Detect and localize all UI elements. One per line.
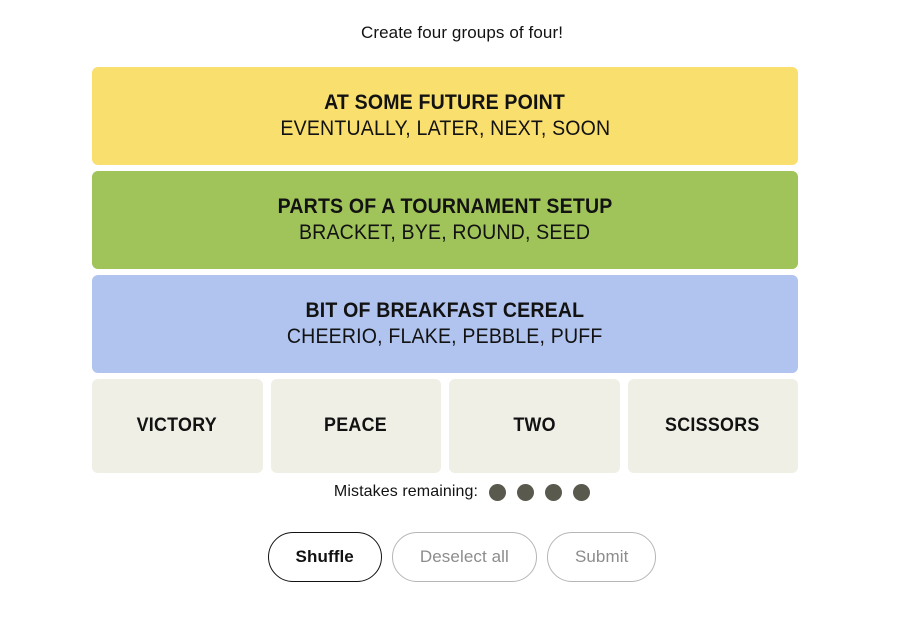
solved-group-words: BRACKET, BYE, ROUND, SEED: [299, 221, 591, 244]
mistakes-remaining: Mistakes remaining:: [0, 483, 924, 501]
mistake-dot: [573, 483, 591, 501]
solved-group-category: PARTS OF A TOURNAMENT SETUP: [277, 195, 613, 218]
word-tile[interactable]: SCISSORS: [627, 379, 798, 473]
mistake-dot: [545, 483, 563, 501]
mistake-dot: [489, 483, 507, 501]
page-title: Create four groups of four!: [360, 23, 564, 42]
mistake-dots: [489, 483, 591, 501]
solved-group-category: AT SOME FUTURE POINT: [324, 91, 566, 114]
solved-group-green: PARTS OF A TOURNAMENT SETUP BRACKET, BYE,…: [92, 171, 798, 269]
game-board: AT SOME FUTURE POINT EVENTUALLY, LATER, N…: [92, 67, 798, 473]
word-tile[interactable]: VICTORY: [92, 379, 263, 473]
action-buttons: Shuffle Deselect all Submit: [0, 532, 924, 582]
solved-group-words: CHEERIO, FLAKE, PEBBLE, PUFF: [287, 325, 603, 348]
word-tile[interactable]: TWO: [449, 379, 620, 473]
deselect-all-button: Deselect all: [391, 532, 537, 582]
shuffle-button[interactable]: Shuffle: [267, 532, 382, 582]
word-tile-label: PEACE: [324, 415, 388, 436]
word-tile-label: TWO: [512, 415, 556, 436]
submit-button: Submit: [546, 532, 657, 582]
solved-group-words: EVENTUALLY, LATER, NEXT, SOON: [280, 117, 610, 140]
connections-game-page: Create four groups of four! AT SOME FUTU…: [0, 0, 924, 643]
word-tile[interactable]: PEACE: [270, 379, 441, 473]
mistakes-remaining-label: Mistakes remaining:: [333, 483, 479, 500]
mistake-dot: [517, 483, 535, 501]
solved-group-yellow: AT SOME FUTURE POINT EVENTUALLY, LATER, N…: [92, 67, 798, 165]
word-tile-label: SCISSORS: [665, 415, 761, 436]
solved-groups-container: AT SOME FUTURE POINT EVENTUALLY, LATER, N…: [92, 67, 798, 373]
word-tile-label: VICTORY: [137, 415, 218, 436]
solved-group-category: BIT OF BREAKFAST CEREAL: [305, 299, 585, 322]
word-tile-row: VICTORY PEACE TWO SCISSORS: [92, 379, 798, 473]
solved-group-blue: BIT OF BREAKFAST CEREAL CHEERIO, FLAKE, P…: [92, 275, 798, 373]
